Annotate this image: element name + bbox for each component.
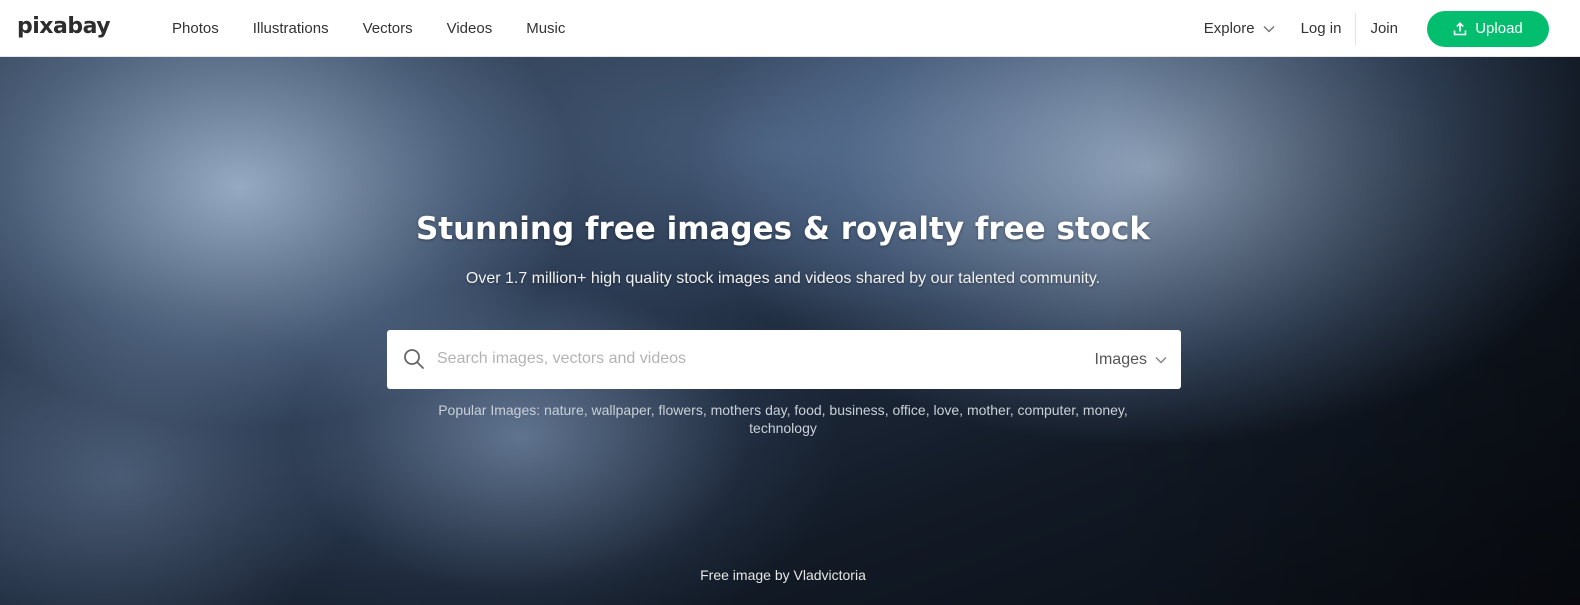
search-type-label: Images — [1094, 350, 1147, 368]
popular-term-link[interactable]: business — [829, 402, 884, 418]
nav-item-music[interactable]: Music — [509, 0, 582, 57]
main-nav: Photos Illustrations Vectors Videos Musi… — [155, 0, 582, 57]
hero-banner: Stunning free images & royalty free stoc… — [0, 57, 1580, 605]
explore-menu-button[interactable]: Explore — [1204, 20, 1275, 37]
search-input[interactable] — [437, 340, 1057, 378]
popular-term-link[interactable]: love — [933, 402, 959, 418]
login-link[interactable]: Log in — [1301, 12, 1357, 45]
account-nav: Explore Log in Join Upload — [1204, 0, 1580, 57]
popular-label: Popular Images: — [438, 402, 541, 418]
popular-term-link[interactable]: wallpaper — [592, 402, 651, 418]
upload-icon — [1453, 21, 1467, 35]
search-bar: Images — [387, 330, 1181, 389]
popular-term-link[interactable]: technology — [749, 420, 817, 436]
credit-author-link[interactable]: Vladvictoria — [794, 567, 866, 583]
popular-term-link[interactable]: money — [1083, 402, 1124, 418]
explore-label: Explore — [1203, 20, 1255, 37]
popular-term-link[interactable]: computer — [1018, 402, 1076, 418]
popular-term-link[interactable]: office — [892, 402, 925, 418]
pixabay-logo[interactable]: pixabay — [17, 13, 111, 41]
popular-term-link[interactable]: food — [794, 402, 821, 418]
chevron-down-icon — [1155, 356, 1167, 364]
join-link[interactable]: Join — [1356, 13, 1427, 45]
hero-subtitle: Over 1.7 million+ high quality stock ima… — [465, 270, 1101, 287]
nav-item-illustrations[interactable]: Illustrations — [236, 0, 346, 57]
popular-term-link[interactable]: mothers day — [711, 402, 787, 418]
top-header: pixabay Photos Illustrations Vectors Vid… — [0, 0, 1580, 57]
chevron-down-icon — [1263, 25, 1275, 33]
upload-button[interactable]: Upload — [1427, 10, 1549, 47]
image-credit: Free image by Vladvictoria — [0, 567, 1566, 583]
nav-item-photos[interactable]: Photos — [155, 0, 236, 57]
upload-label: Upload — [1475, 20, 1523, 37]
nav-item-vectors[interactable]: Vectors — [346, 0, 430, 57]
popular-searches: Popular Images: nature, wallpaper, flowe… — [408, 401, 1158, 437]
credit-prefix: Free image by — [700, 567, 790, 583]
search-icon[interactable] — [403, 348, 425, 370]
popular-terms: nature, wallpaper, flowers, mothers day,… — [544, 402, 1128, 436]
nav-item-videos[interactable]: Videos — [430, 0, 510, 57]
popular-term-link[interactable]: flowers — [658, 402, 702, 418]
hero-title: Stunning free images & royalty free stoc… — [415, 211, 1151, 247]
search-type-dropdown[interactable]: Images — [1095, 330, 1167, 389]
popular-term-link[interactable]: nature — [544, 402, 584, 418]
popular-term-link[interactable]: mother — [967, 402, 1010, 418]
